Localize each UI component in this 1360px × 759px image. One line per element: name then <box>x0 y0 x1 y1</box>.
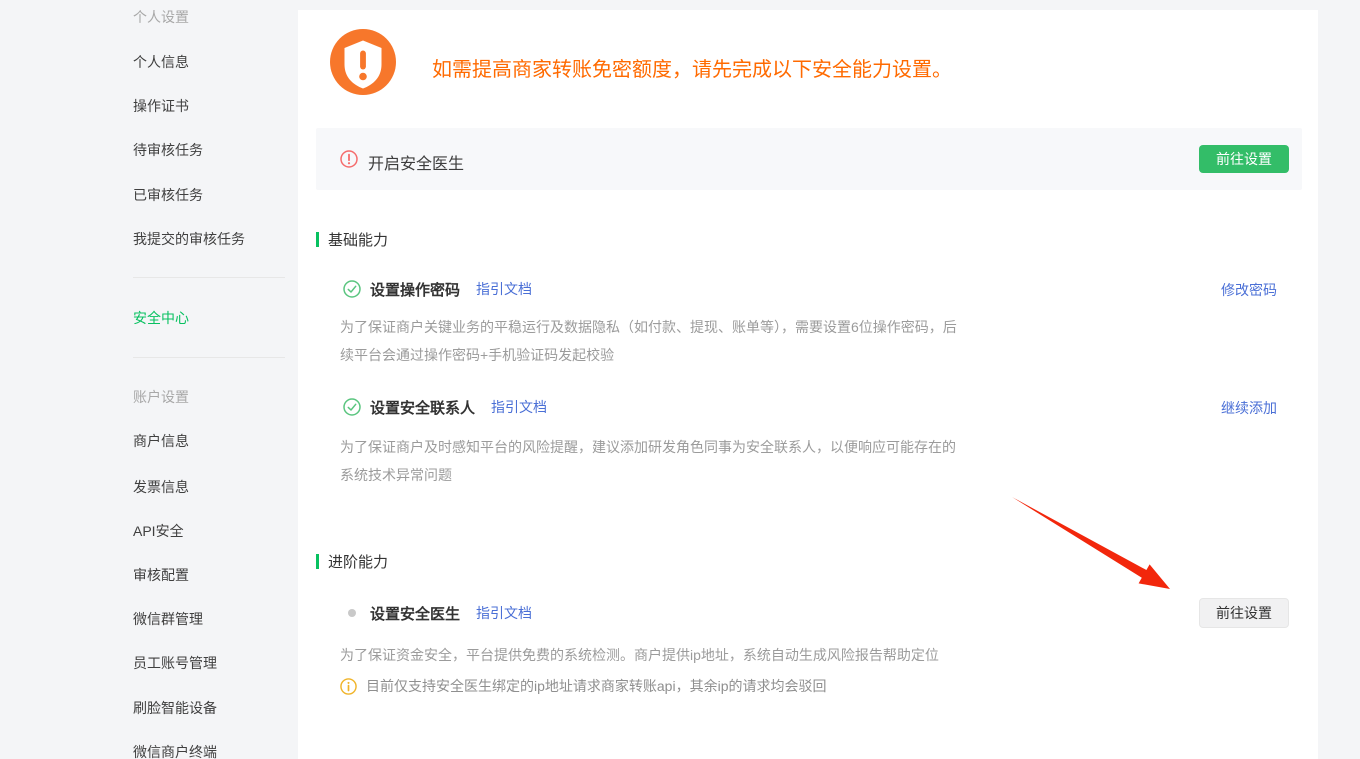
sidebar-item-api-security[interactable]: API安全 <box>133 521 184 541</box>
section-header-basic: 基础能力 <box>316 231 388 247</box>
info-circle-icon <box>340 678 357 695</box>
check-circle-icon <box>343 280 361 298</box>
sidebar: 个人设置 个人信息 操作证书 待审核任务 已审核任务 我提交的审核任务 安全中心… <box>0 0 298 759</box>
sidebar-group-account-settings: 账户设置 <box>133 387 189 407</box>
sidebar-item-pending-tasks[interactable]: 待审核任务 <box>133 140 203 160</box>
section-title: 进阶能力 <box>328 551 388 572</box>
section-header-advanced: 进阶能力 <box>316 553 388 569</box>
sidebar-divider <box>133 277 285 278</box>
shield-exclamation-icon <box>330 29 396 95</box>
sidebar-item-security-center[interactable]: 安全中心 <box>133 308 189 328</box>
continue-add-link[interactable]: 继续添加 <box>1221 398 1277 418</box>
sidebar-item-review-config[interactable]: 审核配置 <box>133 565 189 585</box>
sidebar-group-personal-settings: 个人设置 <box>133 7 189 27</box>
capability-row-security-contact: 设置安全联系人 指引文档 <box>343 395 547 419</box>
dot-bullet-icon <box>348 609 356 617</box>
main-content-panel: 如需提高商家转账免密额度，请先完成以下安全能力设置。 开启安全医生 前往设置 基… <box>298 10 1318 759</box>
sidebar-divider <box>133 357 285 358</box>
alert-circle-icon <box>340 150 358 168</box>
sidebar-item-personal-info[interactable]: 个人信息 <box>133 52 189 72</box>
guide-doc-link[interactable]: 指引文档 <box>476 603 532 623</box>
check-circle-icon <box>343 398 361 416</box>
sidebar-item-wechat-group-mgmt[interactable]: 微信群管理 <box>133 609 203 629</box>
section-accent-bar <box>316 554 319 569</box>
sidebar-item-merchant-info[interactable]: 商户信息 <box>133 431 189 451</box>
banner-go-setup-button[interactable]: 前往设置 <box>1199 145 1289 173</box>
go-setup-button[interactable]: 前往设置 <box>1199 598 1289 628</box>
sidebar-item-my-submitted-tasks[interactable]: 我提交的审核任务 <box>133 229 245 249</box>
sidebar-item-face-smart-device[interactable]: 刷脸智能设备 <box>133 698 217 718</box>
capability-title: 设置安全医生 <box>370 603 460 624</box>
sidebar-item-staff-account-mgmt[interactable]: 员工账号管理 <box>133 653 217 673</box>
capability-row-operation-password: 设置操作密码 指引文档 <box>343 277 532 301</box>
capability-desc: 为了保证资金安全，平台提供免费的系统检测。商户提供ip地址，系统自动生成风险报告… <box>340 641 1020 669</box>
security-doctor-banner: 开启安全医生 前往设置 <box>316 128 1302 190</box>
banner-title: 开启安全医生 <box>368 150 464 174</box>
section-accent-bar <box>316 232 319 247</box>
ip-restriction-warning: 目前仅支持安全医生绑定的ip地址请求商家转账api，其余ip的请求均会驳回 <box>340 676 826 696</box>
sidebar-item-operation-cert[interactable]: 操作证书 <box>133 96 189 116</box>
sidebar-item-invoice-info[interactable]: 发票信息 <box>133 477 189 497</box>
sidebar-item-reviewed-tasks[interactable]: 已审核任务 <box>133 185 203 205</box>
change-password-link[interactable]: 修改密码 <box>1221 280 1277 300</box>
capability-title: 设置安全联系人 <box>370 397 475 418</box>
sidebar-item-wechat-merchant-terminal[interactable]: 微信商户终端 <box>133 742 217 759</box>
guide-doc-link[interactable]: 指引文档 <box>491 397 547 417</box>
capability-desc: 为了保证商户及时感知平台的风险提醒，建议添加研发角色同事为安全联系人，以便响应可… <box>340 433 968 489</box>
security-center-page: 个人设置 个人信息 操作证书 待审核任务 已审核任务 我提交的审核任务 安全中心… <box>0 0 1360 759</box>
security-notice-text: 如需提高商家转账免密额度，请先完成以下安全能力设置。 <box>432 53 952 82</box>
capability-row-security-doctor: 设置安全医生 指引文档 <box>343 601 532 625</box>
section-title: 基础能力 <box>328 229 388 250</box>
capability-title: 设置操作密码 <box>370 279 460 300</box>
warning-text: 目前仅支持安全医生绑定的ip地址请求商家转账api，其余ip的请求均会驳回 <box>366 676 826 696</box>
guide-doc-link[interactable]: 指引文档 <box>476 279 532 299</box>
capability-desc: 为了保证商户关键业务的平稳运行及数据隐私（如付款、提现、账单等），需要设置6位操… <box>340 313 968 369</box>
